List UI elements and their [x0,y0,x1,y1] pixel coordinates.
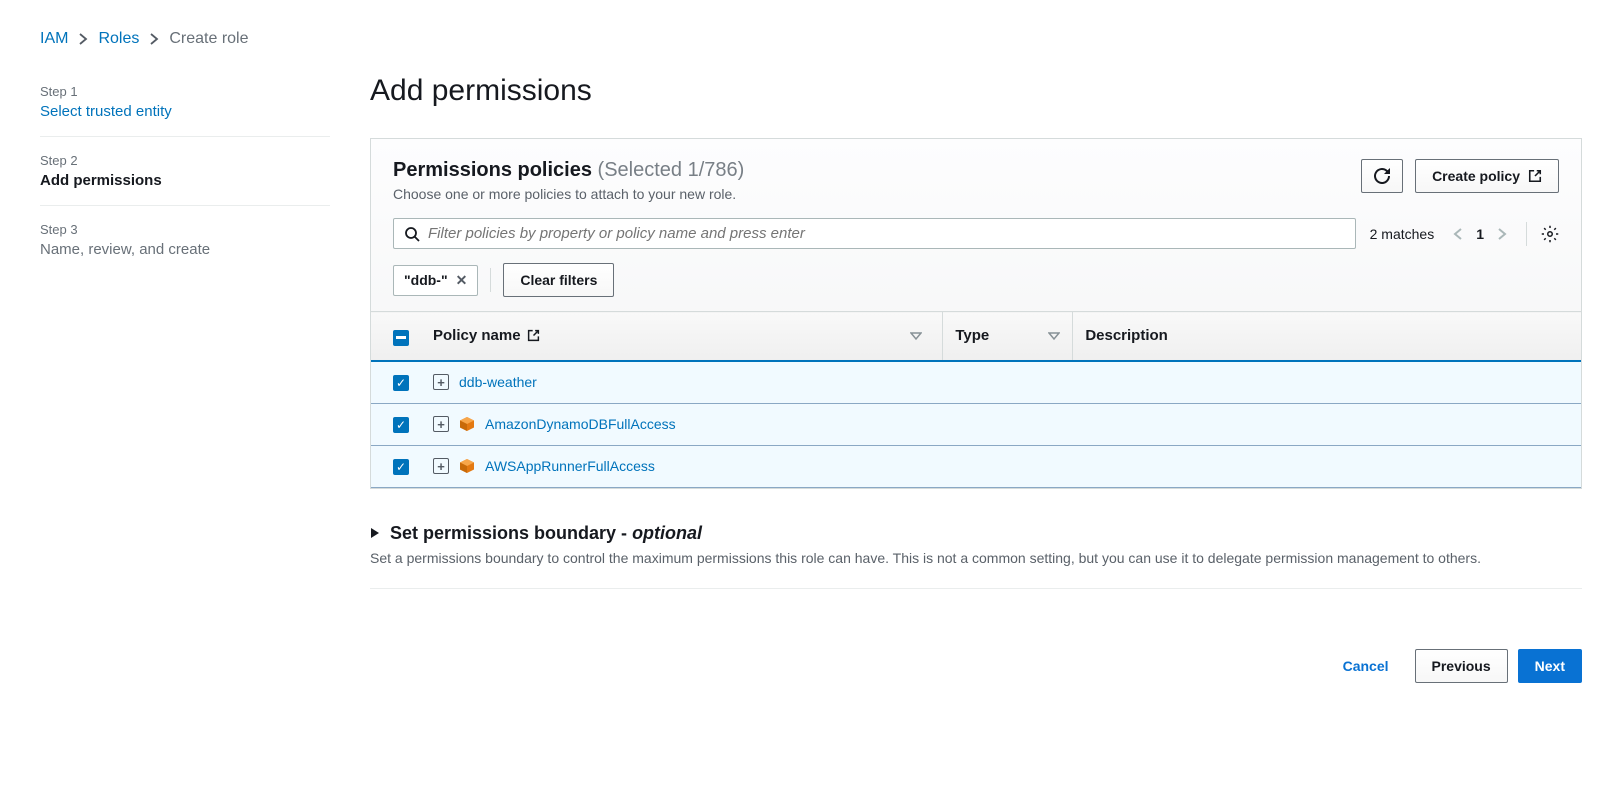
expand-row-icon[interactable]: + [433,416,449,432]
step-title: Name, review, and create [40,241,330,258]
search-icon [404,226,420,242]
breadcrumb-current: Create role [169,30,248,48]
page-number: 1 [1476,226,1484,242]
filter-token-label: "ddb-" [404,272,448,288]
aws-managed-icon [459,458,475,474]
separator [1526,222,1527,246]
aws-managed-icon [459,416,475,432]
permissions-policies-panel: Permissions policies (Selected 1/786) Ch… [370,138,1582,489]
breadcrumb-iam[interactable]: IAM [40,30,68,48]
col-type[interactable]: Type [955,327,989,344]
previous-button[interactable]: Previous [1415,649,1508,683]
policies-table: Policy name [371,311,1581,488]
policy-search[interactable] [393,218,1356,249]
create-policy-button[interactable]: Create policy [1415,159,1559,193]
boundary-title: Set permissions boundary - [390,523,632,543]
clear-filters-button[interactable]: Clear filters [503,263,614,297]
table-row: ✓ + AWSAppRunnerFullAccess [371,445,1581,487]
breadcrumb-roles[interactable]: Roles [98,30,139,48]
policy-name-link[interactable]: ddb-weather [459,374,537,390]
optional-label: optional [632,523,702,543]
step-title: Add permissions [40,172,330,189]
row-checkbox[interactable]: ✓ [393,417,409,433]
expand-icon [370,527,380,539]
boundary-description: Set a permissions boundary to control th… [370,550,1582,566]
close-icon[interactable]: ✕ [456,272,468,289]
wizard-steps: Step 1 Select trusted entity Step 2 Add … [40,68,330,713]
table-row: ✓ + ddb-weather [371,361,1581,404]
chevron-right-icon [78,33,88,45]
panel-title: Permissions policies [393,159,592,181]
boundary-header[interactable]: Set permissions boundary - optional [370,523,1582,544]
sort-icon[interactable] [910,331,922,341]
step-3: Step 3 Name, review, and create [40,205,330,274]
filter-token: "ddb-" ✕ [393,265,478,296]
pagination: 1 [1448,222,1512,246]
button-label: Create policy [1432,168,1520,184]
prev-page-icon[interactable] [1448,222,1468,246]
separator [490,268,491,292]
wizard-footer: Cancel Previous Next [370,649,1582,713]
row-checkbox[interactable]: ✓ [393,459,409,475]
policy-name-link[interactable]: AWSAppRunnerFullAccess [485,458,655,474]
step-2: Step 2 Add permissions [40,136,330,205]
col-description[interactable]: Description [1085,327,1168,344]
policy-name-link[interactable]: AmazonDynamoDBFullAccess [485,416,676,432]
row-checkbox[interactable]: ✓ [393,375,409,391]
refresh-icon [1374,168,1390,184]
step-num: Step 1 [40,84,330,99]
external-link-icon [527,329,540,342]
next-button[interactable]: Next [1518,649,1582,683]
permissions-boundary-section: Set permissions boundary - optional Set … [370,513,1582,589]
sort-icon[interactable] [1048,331,1060,341]
settings-icon[interactable] [1541,225,1559,243]
cancel-button[interactable]: Cancel [1327,649,1405,683]
panel-selected-count: (Selected 1/786) [598,159,745,181]
next-page-icon[interactable] [1492,222,1512,246]
chevron-right-icon [149,33,159,45]
external-link-icon [1528,169,1542,183]
step-num: Step 2 [40,153,330,168]
match-count: 2 matches [1370,226,1435,242]
step-title: Select trusted entity [40,103,330,120]
select-all-checkbox[interactable] [393,330,409,346]
breadcrumb: IAM Roles Create role [40,0,1582,68]
col-policy-name[interactable]: Policy name [433,327,521,344]
search-input[interactable] [428,225,1345,242]
table-row: ✓ + AmazonDynamoDBFullAccess [371,403,1581,445]
refresh-button[interactable] [1361,159,1403,193]
expand-row-icon[interactable]: + [433,458,449,474]
expand-row-icon[interactable]: + [433,374,449,390]
step-num: Step 3 [40,222,330,237]
step-1[interactable]: Step 1 Select trusted entity [40,68,330,136]
panel-description: Choose one or more policies to attach to… [393,186,744,202]
page-title: Add permissions [370,74,1582,108]
